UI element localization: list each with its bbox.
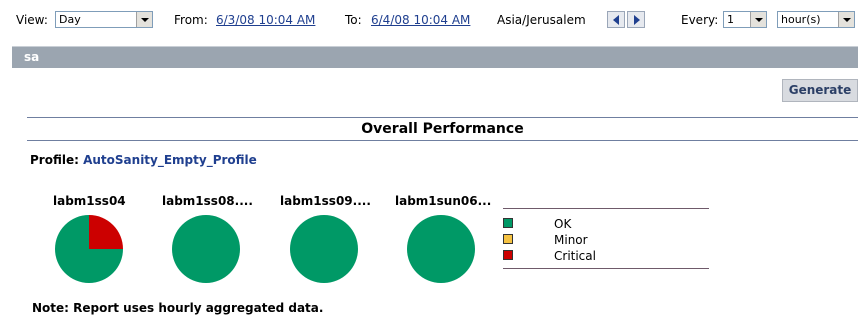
every-select[interactable]: 1 [723, 11, 767, 28]
legend-swatch-minor [503, 234, 513, 244]
title-top-divider [27, 117, 858, 118]
legend-top-divider [503, 208, 709, 209]
legend-swatch-ok [503, 218, 513, 228]
profile-line: Profile: AutoSanity_Empty_Profile [30, 153, 257, 167]
arrow-right-icon [634, 15, 640, 25]
legend-label: OK [554, 217, 572, 231]
host-label: labm1ss04 [53, 194, 126, 208]
profile-label: Profile: [30, 153, 79, 167]
section-header: sa [12, 46, 858, 68]
unit-select[interactable]: hour(s) [777, 11, 855, 28]
chevron-down-icon [838, 12, 854, 27]
host-label: labm1ss09.... [280, 194, 371, 208]
host-pie-chart [172, 215, 240, 283]
every-select-value: 1 [727, 13, 734, 26]
to-label: To: [345, 13, 362, 27]
pie-slice-ok [172, 215, 240, 283]
title-bottom-divider [27, 140, 858, 141]
toolbar: View: Day From: 6/3/08 10:04 AM To: 6/4/… [0, 0, 858, 40]
pie-slice-critical [89, 215, 123, 249]
chevron-down-icon [750, 12, 766, 27]
host-pie-chart [290, 215, 358, 283]
report-title: Overall Performance [361, 121, 524, 137]
host-label: labm1ss08.... [162, 194, 253, 208]
every-label: Every: [681, 13, 719, 27]
from-label: From: [174, 13, 208, 27]
host-pie-chart [55, 215, 123, 283]
to-date-link[interactable]: 6/4/08 10:04 AM [371, 13, 470, 27]
view-label: View: [16, 13, 48, 27]
legend-label: Minor [554, 233, 588, 247]
unit-select-value: hour(s) [781, 13, 821, 26]
timezone-label: Asia/Jerusalem [497, 13, 586, 27]
chevron-down-icon [136, 12, 152, 27]
view-select[interactable]: Day [55, 11, 153, 28]
legend-swatch-critical [503, 250, 513, 260]
host-label: labm1sun06... [395, 194, 492, 208]
generate-button[interactable]: Generate [782, 79, 858, 102]
profile-name: AutoSanity_Empty_Profile [83, 153, 257, 167]
pie-slice-ok [407, 215, 475, 283]
legend-label: Critical [554, 249, 596, 263]
host-pie-chart [407, 215, 475, 283]
pie-slice-ok [290, 215, 358, 283]
view-select-value: Day [59, 13, 81, 26]
section-title: sa [24, 50, 40, 64]
previous-period-button[interactable] [607, 11, 625, 28]
next-period-button[interactable] [627, 11, 645, 28]
arrow-left-icon [613, 15, 619, 25]
report-note: Note: Report uses hourly aggregated data… [32, 301, 324, 315]
legend-bottom-divider [503, 268, 709, 269]
from-date-link[interactable]: 6/3/08 10:04 AM [216, 13, 315, 27]
